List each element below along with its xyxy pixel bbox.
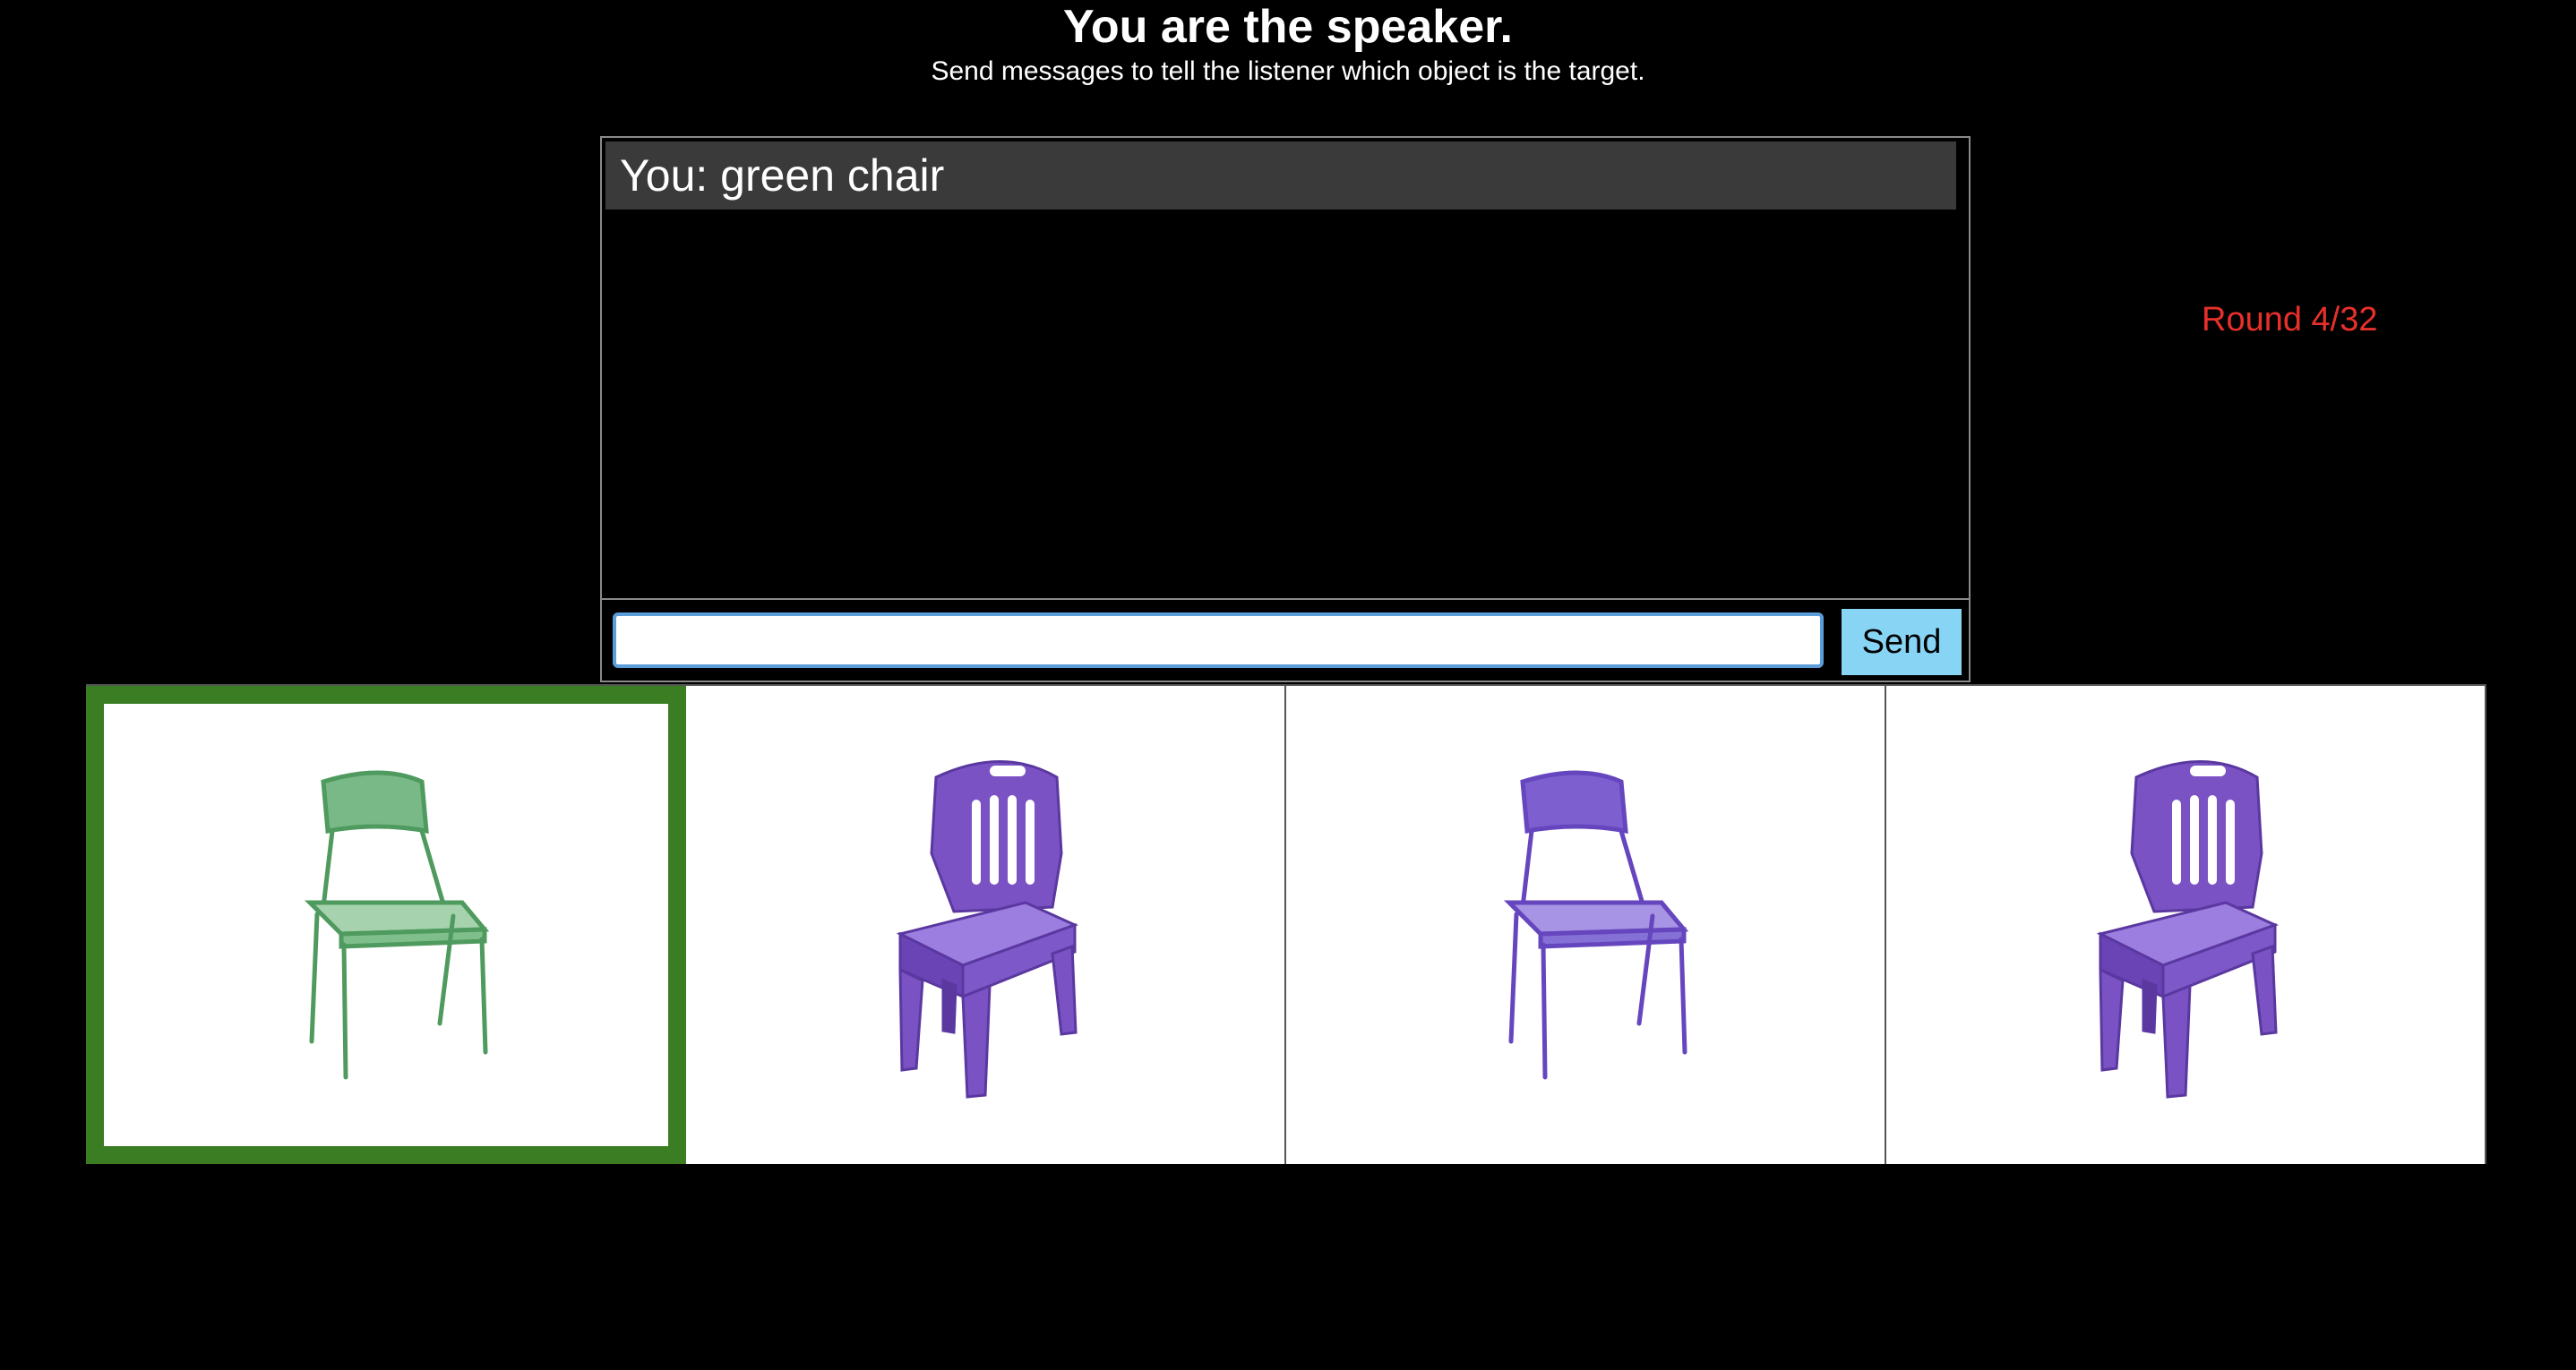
round-counter: Round 4/32 — [2202, 301, 2378, 338]
purple-plastic-chair-image — [2096, 760, 2279, 1099]
object-gallery — [86, 684, 2486, 1166]
purple-plastic-chair-image — [896, 760, 1078, 1099]
header: You are the speaker. Send messages to te… — [0, 0, 2576, 88]
message-input-row: Send — [600, 600, 1971, 682]
chat-log[interactable]: You: green chair — [600, 136, 1971, 600]
object-card-3[interactable] — [1286, 686, 1886, 1164]
object-card-2[interactable] — [686, 686, 1286, 1164]
message-input[interactable] — [613, 612, 1824, 668]
send-button[interactable]: Send — [1842, 609, 1962, 675]
page-title: You are the speaker. — [1063, 1, 1513, 53]
purple-metal-chair-image — [1503, 770, 1689, 1080]
green-metal-chair-image — [304, 770, 490, 1080]
object-card-4[interactable] — [1886, 686, 2486, 1164]
object-card-1-target[interactable] — [86, 686, 686, 1164]
page-subtitle: Send messages to tell the listener which… — [931, 56, 1645, 86]
speaker-game-page: You are the speaker. Send messages to te… — [0, 0, 2576, 1370]
chat-message: You: green chair — [605, 141, 1956, 210]
